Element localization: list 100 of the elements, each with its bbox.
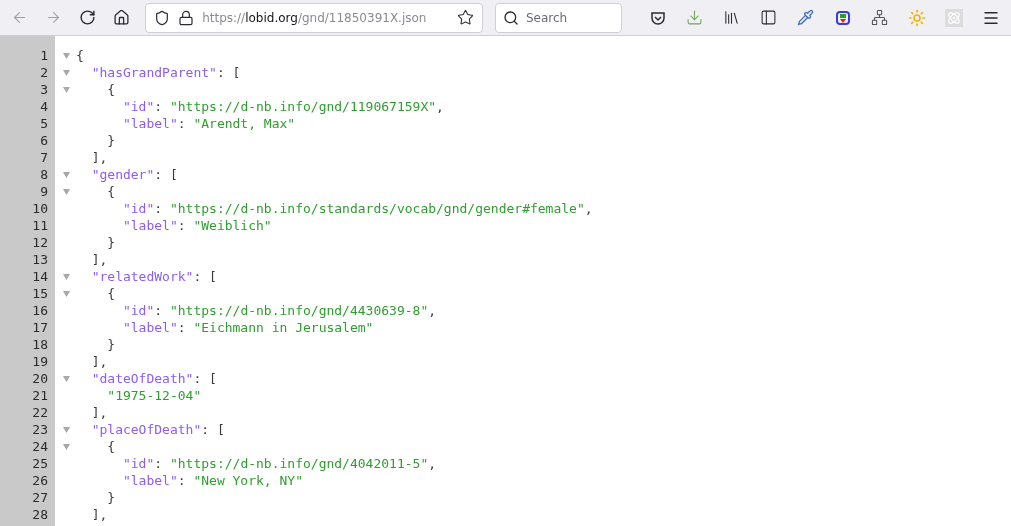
search-field[interactable]: Search (495, 2, 622, 33)
json-punctuation: { (106, 82, 116, 97)
fold-triangle-icon[interactable] (63, 426, 70, 433)
line-number: 3 (40, 81, 48, 98)
line-number: 6 (40, 132, 48, 149)
json-punctuation: { (106, 439, 116, 454)
json-punctuation: : (154, 201, 164, 216)
eyedropper-icon (797, 9, 815, 26)
json-string: "Weiblich" (193, 218, 272, 233)
json-key: "label" (76, 218, 178, 233)
fold-triangle-icon[interactable] (63, 443, 70, 450)
line-number: 7 (40, 149, 48, 166)
json-key: "label" (76, 116, 178, 131)
json-punctuation: ], (90, 354, 108, 369)
line-number: 5 (40, 115, 48, 132)
line-number: 16 (32, 302, 48, 319)
network-icon (871, 9, 889, 26)
json-punctuation: : [ (216, 65, 241, 80)
json-key: "id" (76, 99, 155, 114)
line-number: 21 (32, 387, 48, 404)
json-punctuation: : (177, 473, 187, 488)
json-punctuation: : (154, 303, 164, 318)
line-number: 15 (32, 285, 48, 302)
url-text: https://lobid.org/gnd/11850391X.json (202, 9, 428, 27)
json-key: "label" (76, 320, 178, 335)
json-punctuation: } (106, 337, 116, 352)
line-number: 9 (40, 183, 48, 200)
line-number: 20 (32, 370, 48, 387)
json-string: "New York, NY" (193, 473, 303, 488)
json-string: "Eichmann in Jerusalem" (193, 320, 374, 335)
lock-icon (178, 9, 195, 26)
json-punctuation: } (106, 490, 116, 505)
library-icon (723, 9, 741, 26)
line-number: 22 (32, 404, 48, 421)
line-number: 4 (40, 98, 48, 115)
json-key: "id" (76, 201, 155, 216)
json-string: "https://d-nb.info/gnd/4430639-8" (169, 303, 429, 318)
json-key: "relatedWork" (76, 269, 194, 284)
address-bar[interactable]: https://lobid.org/gnd/11850391X.json (145, 2, 483, 33)
fold-triangle-icon[interactable] (63, 52, 70, 59)
line-number: 1 (40, 47, 48, 64)
json-string: "1975-12-04" (106, 388, 202, 403)
line-number: 18 (32, 336, 48, 353)
json-punctuation: : [ (193, 269, 217, 284)
fold-triangle-icon[interactable] (63, 171, 70, 178)
json-string: "https://d-nb.info/standards/vocab/gnd/gender#female" (169, 201, 585, 216)
json-string: "Arendt, Max" (193, 116, 296, 131)
bookmark-star-icon[interactable] (457, 9, 474, 26)
extension-icon (835, 9, 851, 26)
line-number: 14 (32, 268, 48, 285)
json-punctuation: , (428, 456, 437, 471)
fold-triangle-icon[interactable] (63, 273, 70, 280)
json-punctuation: , (584, 201, 593, 216)
json-punctuation: : (177, 320, 187, 335)
json-punctuation: ], (90, 150, 108, 165)
sun-icon (908, 8, 926, 27)
download-icon (686, 9, 704, 26)
json-punctuation: : (177, 218, 187, 233)
json-punctuation: { (76, 48, 84, 63)
json-punctuation: : (154, 456, 164, 471)
atom-icon (945, 8, 963, 27)
json-punctuation: { (106, 286, 116, 301)
fold-triangle-icon[interactable] (63, 375, 70, 382)
json-key: "dateOfDeath" (76, 371, 194, 386)
line-number: 24 (32, 438, 48, 455)
line-number: 10 (32, 200, 48, 217)
line-number: 25 (32, 455, 48, 472)
fold-triangle-icon[interactable] (63, 188, 70, 195)
json-punctuation: : [ (193, 371, 217, 386)
json-punctuation: ], (90, 252, 108, 267)
line-number: 28 (32, 506, 48, 523)
line-number: 27 (32, 489, 48, 506)
json-key: "label" (76, 473, 178, 488)
line-number: 23 (32, 421, 48, 438)
line-number: 8 (40, 166, 48, 183)
line-number: 19 (32, 353, 48, 370)
json-key: "hasGrandParent" (76, 65, 217, 80)
json-key: "gender" (76, 167, 155, 182)
json-punctuation: { (106, 184, 116, 199)
fold-triangle-icon[interactable] (63, 69, 70, 76)
shield-icon (154, 9, 171, 26)
line-number: 26 (32, 472, 48, 489)
json-string: "https://d-nb.info/gnd/119067159X" (169, 99, 437, 114)
json-punctuation: } (106, 235, 116, 250)
line-number: 17 (32, 319, 48, 336)
sidebar-icon (760, 9, 778, 26)
line-number: 2 (40, 64, 48, 81)
json-punctuation: ], (90, 405, 108, 420)
json-punctuation: : (154, 99, 164, 114)
fold-triangle-icon[interactable] (63, 86, 70, 93)
json-punctuation: : (177, 116, 187, 131)
search-icon (503, 9, 519, 26)
json-punctuation: ], (90, 507, 108, 522)
line-number: 12 (32, 234, 48, 251)
reload-icon (79, 9, 97, 26)
fold-triangle-icon[interactable] (63, 290, 70, 297)
json-punctuation: , (428, 303, 437, 318)
json-key: "placeOfDeath" (76, 422, 202, 437)
line-number: 13 (32, 251, 48, 268)
json-string: "https://d-nb.info/gnd/4042011-5" (169, 456, 429, 471)
